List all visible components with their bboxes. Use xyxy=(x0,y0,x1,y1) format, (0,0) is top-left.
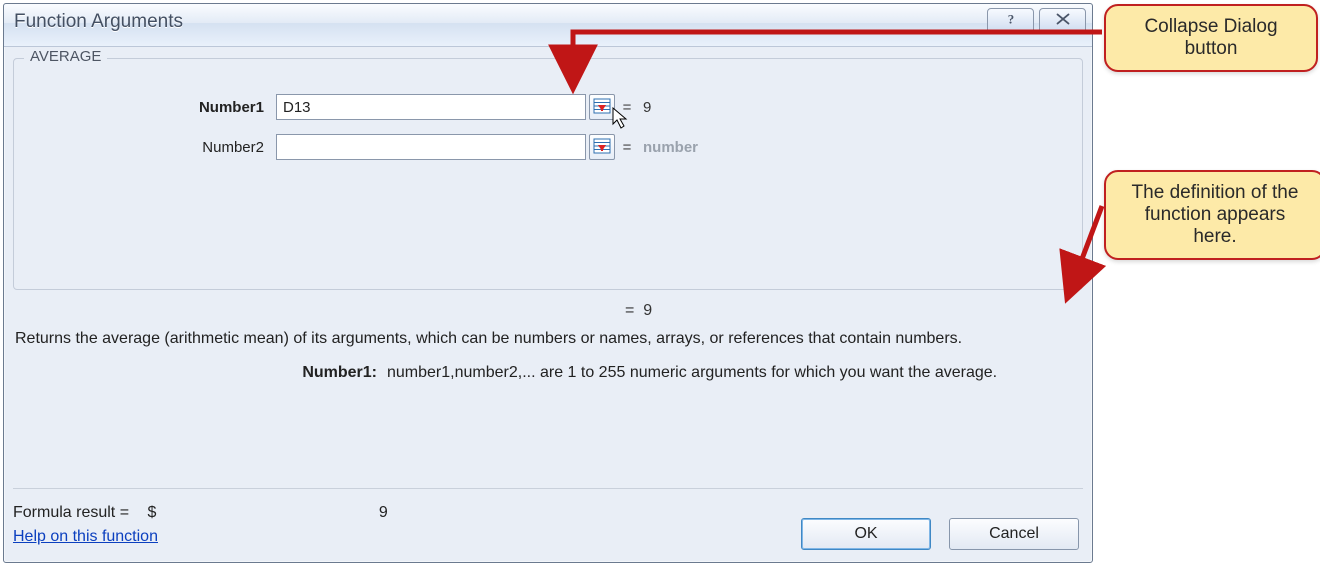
argument-description-text: number1,number2,... are 1 to 255 numeric… xyxy=(387,364,1083,382)
collapse-dialog-button[interactable] xyxy=(589,94,615,120)
overall-result-line: = 9 xyxy=(13,302,1083,320)
number2-input[interactable] xyxy=(276,134,586,160)
equals-sign: = xyxy=(615,139,639,156)
equals-sign: = xyxy=(625,302,634,319)
argument-label: Number2 xyxy=(14,139,276,156)
number1-input[interactable] xyxy=(276,94,586,120)
close-icon xyxy=(1052,11,1074,31)
callout-collapse-dialog: Collapse Dialog button xyxy=(1104,4,1318,72)
help-button[interactable]: ? xyxy=(987,8,1034,34)
argument-evaluated-value: number xyxy=(639,139,698,156)
formula-result-value: 9 xyxy=(379,504,388,522)
argument-label: Number1 xyxy=(14,99,276,116)
collapse-dialog-icon xyxy=(593,137,611,158)
function-arguments-dialog: Function Arguments ? AVERAGE Number1 xyxy=(3,3,1093,563)
argument-description-row: Number1: number1,number2,... are 1 to 25… xyxy=(15,364,1083,382)
close-button[interactable] xyxy=(1039,8,1086,34)
titlebar[interactable]: Function Arguments ? xyxy=(4,4,1092,47)
callout-function-definition: The definition of the function appears h… xyxy=(1104,170,1320,260)
overall-result-value: 9 xyxy=(643,302,652,319)
svg-text:?: ? xyxy=(1007,13,1013,27)
argument-row: Number1 xyxy=(14,89,1082,125)
argument-evaluated-value: 9 xyxy=(639,99,651,116)
cancel-button[interactable]: Cancel xyxy=(949,518,1079,550)
help-icon: ? xyxy=(1000,11,1022,31)
function-description: Returns the average (arithmetic mean) of… xyxy=(15,330,1081,348)
divider xyxy=(13,488,1083,489)
collapse-dialog-icon xyxy=(593,97,611,118)
ok-button[interactable]: OK xyxy=(801,518,931,550)
collapse-dialog-button[interactable] xyxy=(589,134,615,160)
dialog-title: Function Arguments xyxy=(14,11,183,33)
help-on-function-link[interactable]: Help on this function xyxy=(13,528,158,546)
formula-result-currency: $ xyxy=(148,504,157,522)
equals-sign: = xyxy=(615,99,639,116)
argument-row: Number2 xyxy=(14,129,1082,165)
formula-result-label: Formula result = xyxy=(13,504,129,522)
function-name-legend: AVERAGE xyxy=(24,48,107,65)
arguments-group: AVERAGE Number1 xyxy=(13,58,1083,290)
argument-description-name: Number1: xyxy=(15,364,387,382)
